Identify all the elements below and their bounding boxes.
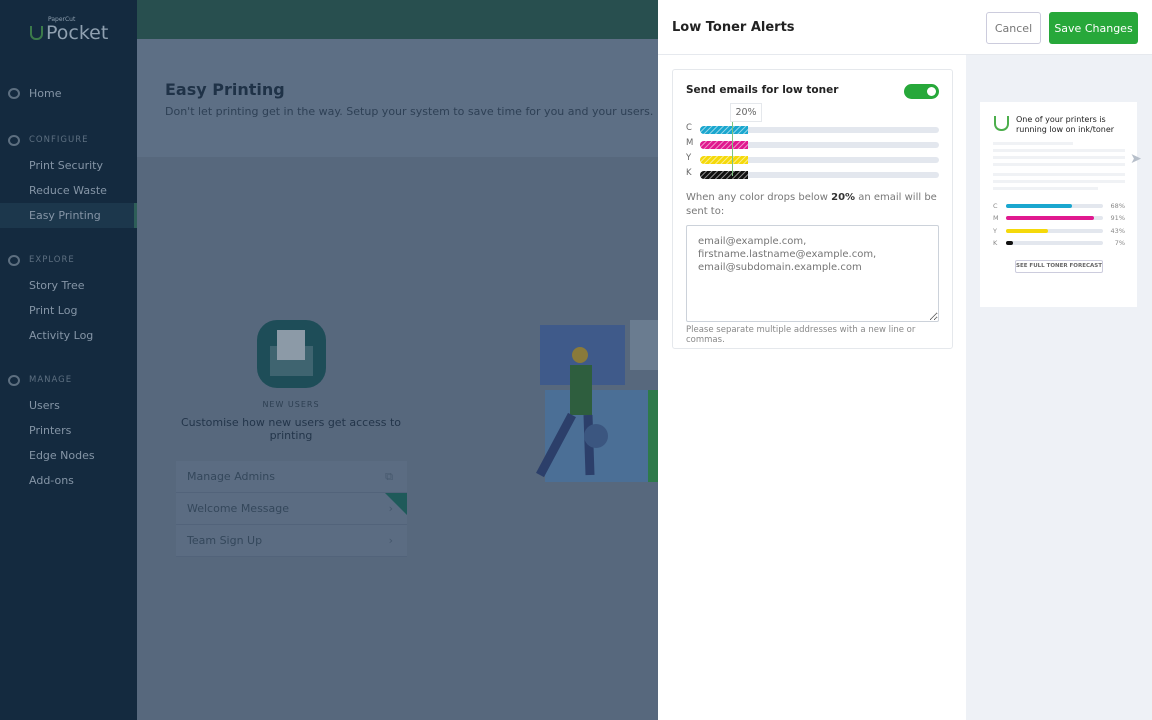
toner-bar-c: C	[686, 122, 939, 137]
email-preview-card: One of your printers is running low on i…	[980, 102, 1137, 307]
page-title: Easy Printing	[165, 80, 285, 99]
see-full-toner-forecast-button[interactable]: SEE FULL TONER FORECAST	[1015, 260, 1103, 273]
sliders-icon	[8, 135, 20, 146]
papercut-shield-icon	[994, 116, 1009, 131]
new-users-icon	[257, 320, 326, 388]
preview-level-c: C 68%	[993, 202, 1125, 210]
settings-card: Send emails for low toner CMYK 20% When …	[672, 69, 953, 349]
email-recipients-input[interactable]	[686, 225, 939, 322]
illustration	[536, 320, 658, 482]
sidebar-item-reduce-waste[interactable]: Reduce Waste	[0, 178, 137, 203]
welcome-message-item[interactable]: Welcome Message ›	[176, 493, 407, 525]
threshold-slider-handle[interactable]	[732, 118, 733, 176]
logo-shield-icon	[30, 26, 43, 40]
toner-bar-y: Y	[686, 152, 939, 167]
panel-title: Low Toner Alerts	[672, 20, 795, 35]
threshold-description: When any color drops below 20% an email …	[686, 192, 937, 217]
section-manage: MANAGE	[0, 368, 137, 393]
preview-title: One of your printers is running low on i…	[1016, 115, 1115, 134]
sidebar-item-home[interactable]: Home	[0, 81, 137, 106]
preview-toner-levels: C 68% M 91% Y 43% K 7%	[993, 202, 1125, 251]
team-sign-up-item[interactable]: Team Sign Up ›	[176, 525, 407, 557]
new-users-list: Manage Admins ⧉ Welcome Message › Team Sig…	[176, 461, 407, 557]
low-toner-toggle[interactable]	[904, 84, 939, 99]
section-configure: CONFIGURE	[0, 128, 137, 153]
send-plane-icon: ➤	[1130, 151, 1142, 167]
manage-admins-item[interactable]: Manage Admins ⧉	[176, 461, 407, 493]
cancel-button[interactable]: Cancel	[986, 12, 1041, 44]
preview-level-m: M 91%	[993, 214, 1125, 223]
preview-level-k: K 7%	[993, 238, 1125, 247]
sidebar-item-activity-log[interactable]: Activity Log	[0, 323, 137, 348]
preview-level-y: Y 43%	[993, 226, 1125, 235]
save-changes-button[interactable]: Save Changes	[1049, 12, 1138, 44]
threshold-tooltip: 20%	[730, 103, 762, 122]
external-link-icon: ⧉	[385, 470, 393, 483]
toner-bar-k: K	[686, 167, 939, 182]
page-header: Easy Printing Don't let printing get in …	[137, 39, 658, 157]
signpost-icon	[8, 375, 20, 386]
sidebar-item-print-log[interactable]: Print Log	[0, 298, 137, 323]
toggle-label: Send emails for low toner	[686, 84, 839, 96]
sidebar-item-add-ons[interactable]: Add-ons	[0, 468, 137, 493]
compass-icon	[8, 255, 20, 266]
sidebar-item-easy-printing[interactable]: Easy Printing	[0, 203, 137, 228]
sidebar-item-printers[interactable]: Printers	[0, 418, 137, 443]
toner-bar-m: M	[686, 137, 939, 152]
home-icon	[8, 88, 20, 99]
top-bar	[137, 0, 658, 39]
new-users-label: NEW USERS	[262, 400, 320, 409]
new-users-description: Customise how new users get access to pr…	[180, 416, 401, 442]
checkmark-icon	[385, 493, 407, 515]
email-help-text: Please separate multiple addresses with …	[686, 325, 916, 345]
threshold-bars: CMYK	[686, 122, 939, 182]
page-subtitle: Don't let printing get in the way. Setup…	[165, 105, 654, 118]
sidebar-item-print-security[interactable]: Print Security	[0, 153, 137, 178]
low-toner-alerts-panel: Low Toner Alerts Cancel Save Changes Sen…	[658, 0, 1152, 720]
sidebar: PaperCut Pocket Home CONFIGURE Print Sec…	[0, 0, 137, 720]
chevron-right-icon: ›	[388, 534, 393, 547]
sidebar-item-users[interactable]: Users	[0, 393, 137, 418]
section-explore: EXPLORE	[0, 248, 137, 273]
email-preview: One of your printers is running low on i…	[966, 55, 1152, 720]
sidebar-item-story-tree[interactable]: Story Tree	[0, 273, 137, 298]
sidebar-item-edge-nodes[interactable]: Edge Nodes	[0, 443, 137, 468]
